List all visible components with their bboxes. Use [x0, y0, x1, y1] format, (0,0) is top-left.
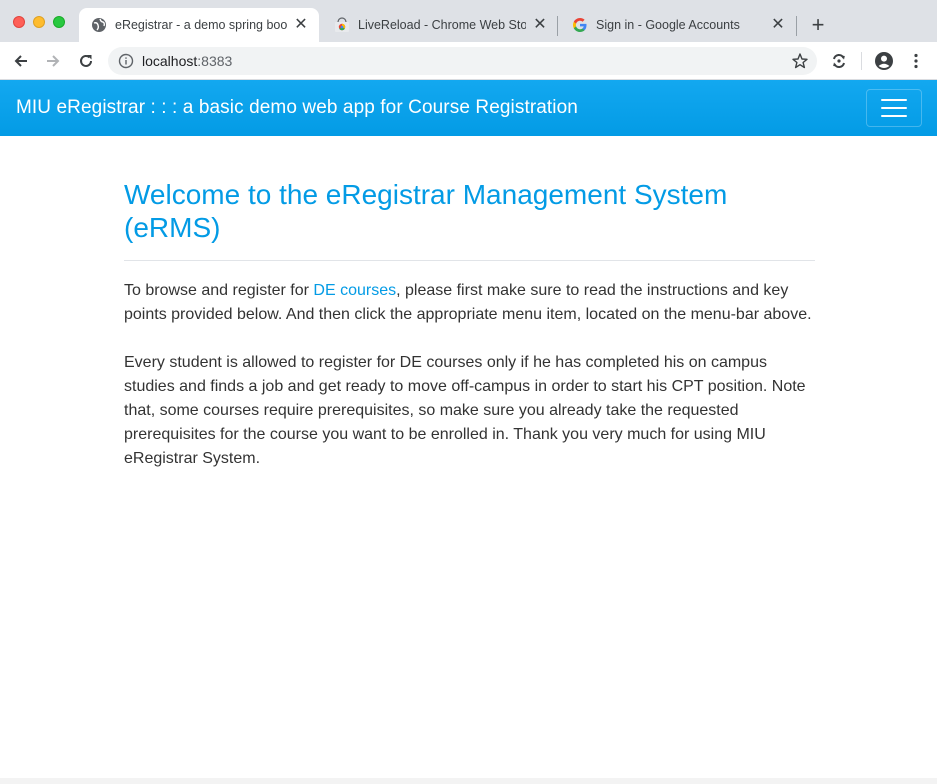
bookmark-star-icon[interactable] [791, 52, 809, 70]
window-bottom-edge [0, 778, 937, 784]
forward-button[interactable] [41, 49, 65, 73]
tab-separator [557, 16, 558, 36]
app-navbar: MIU eRegistrar : : : a basic demo web ap… [0, 80, 937, 136]
chrome-webstore-icon [334, 17, 350, 33]
tab-title: LiveReload - Chrome Web Store [358, 18, 526, 32]
tab-close-icon[interactable]: ✕ [770, 17, 786, 33]
tab-close-icon[interactable]: ✕ [532, 17, 548, 33]
address-url: localhost:8383 [142, 53, 233, 69]
livereload-extension-button[interactable] [827, 49, 851, 73]
tab-eregistrar[interactable]: eRegistrar - a demo spring boot ✕ [79, 8, 319, 42]
browser-menu-button[interactable] [904, 49, 928, 73]
tab-google-sign-in[interactable]: Sign in - Google Accounts ✕ [560, 8, 796, 42]
back-button[interactable] [9, 49, 33, 73]
profile-button[interactable] [872, 49, 896, 73]
tab-title: eRegistrar - a demo spring boot [115, 18, 287, 32]
intro-paragraph: To browse and register for DE courses, p… [124, 279, 815, 327]
fullscreen-window-button[interactable] [53, 16, 65, 28]
close-window-button[interactable] [13, 16, 25, 28]
navbar-brand[interactable]: MIU eRegistrar : : : a basic demo web ap… [16, 97, 578, 119]
tab-close-icon[interactable]: ✕ [293, 17, 309, 33]
de-courses-link[interactable]: DE courses [313, 282, 396, 299]
toolbar-divider [861, 52, 862, 70]
intro-text: To browse and register for [124, 282, 314, 299]
tab-separator [796, 16, 797, 36]
reload-button[interactable] [74, 49, 98, 73]
page-title: Welcome to the eRegistrar Management Sys… [124, 179, 728, 243]
tab-title: Sign in - Google Accounts [596, 18, 740, 32]
arrow-left-icon [14, 55, 27, 67]
reload-icon [80, 54, 92, 67]
globe-icon [91, 17, 107, 33]
info-icon[interactable] [118, 53, 134, 69]
more-vert-icon [914, 53, 918, 69]
browser-toolbar: localhost:8383 [0, 42, 937, 80]
tab-livereload[interactable]: LiveReload - Chrome Web Store ✕ [322, 8, 558, 42]
divider [124, 260, 815, 261]
google-icon [572, 17, 588, 33]
livereload-icon [833, 53, 845, 69]
browser-tab-strip: eRegistrar - a demo spring boot ✕ LiveRe… [0, 0, 937, 42]
hamburger-icon [881, 115, 907, 117]
account-circle-icon [875, 52, 893, 70]
hamburger-icon [881, 107, 907, 109]
main-content: Welcome to the eRegistrar Management Sys… [124, 178, 815, 471]
hamburger-icon [881, 99, 907, 101]
policy-paragraph: Every student is allowed to register for… [124, 354, 806, 467]
navbar-toggler-button[interactable] [866, 89, 922, 127]
address-bar[interactable]: localhost:8383 [108, 47, 817, 75]
arrow-right-icon [47, 55, 60, 67]
minimize-window-button[interactable] [33, 16, 45, 28]
new-tab-button[interactable]: + [808, 14, 828, 36]
